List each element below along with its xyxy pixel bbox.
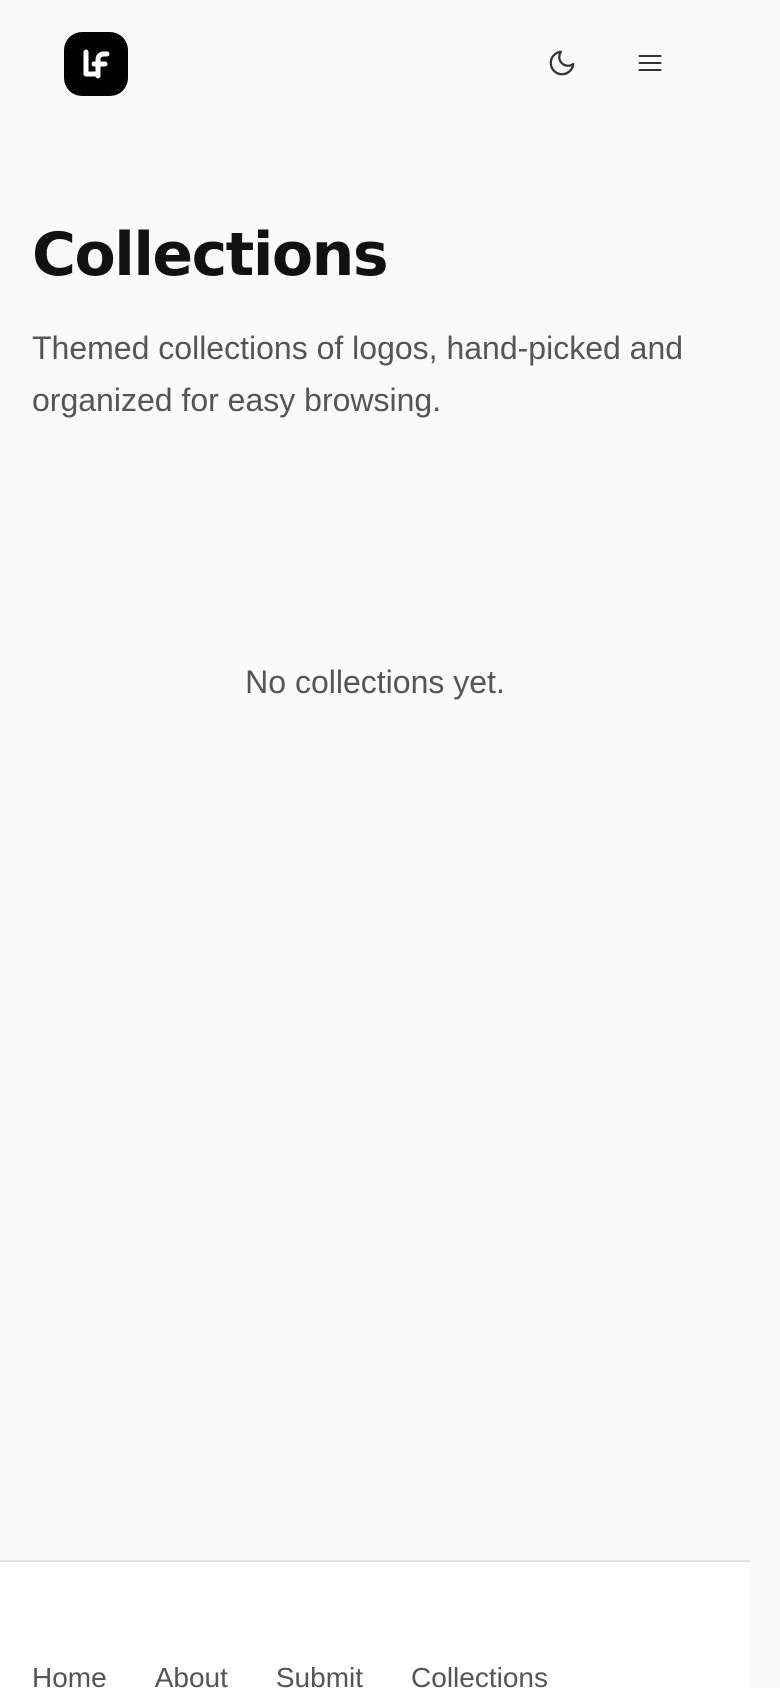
footer-link-home[interactable]: Home: [32, 1662, 107, 1688]
footer-link-about[interactable]: About: [155, 1662, 228, 1688]
footer-link-collections[interactable]: Collections: [411, 1662, 548, 1688]
site-footer: Home About Submit Collections: [0, 1560, 750, 1688]
page-title: Collections: [32, 220, 389, 290]
hamburger-menu-icon: [638, 54, 662, 72]
menu-button[interactable]: [627, 40, 673, 86]
site-logo[interactable]: [64, 32, 128, 96]
footer-link-submit[interactable]: Submit: [276, 1662, 363, 1688]
site-header: [0, 0, 780, 130]
logo-mark-icon: [83, 49, 110, 79]
page-edge: [750, 0, 780, 1688]
page: Collections Themed collections of logos,…: [0, 0, 780, 1688]
page-subtitle: Themed collections of logos, hand-picked…: [32, 330, 684, 418]
empty-state-message: No collections yet.: [245, 664, 505, 700]
theme-toggle-button[interactable]: [539, 40, 585, 86]
moon-icon: [549, 50, 575, 76]
footer-nav: Home About Submit Collections: [32, 1662, 548, 1688]
